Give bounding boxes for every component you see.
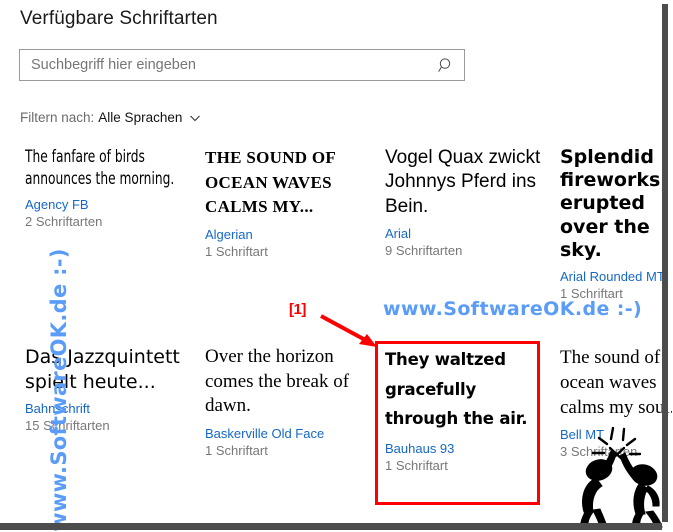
- annotation-number-tag: [1]: [289, 301, 306, 318]
- font-face-count: 2 Schriftarten: [25, 214, 103, 230]
- filter-value[interactable]: Alle Sprachen: [98, 110, 182, 125]
- search-box[interactable]: [19, 49, 465, 81]
- watermark-horizontal: www.SoftwareOK.de :-): [383, 298, 643, 320]
- vertical-scrollbar[interactable]: [662, 4, 668, 522]
- filter-label: Filtern nach:: [20, 110, 95, 125]
- font-sample: The fanfare of birds announces the morni…: [25, 147, 175, 190]
- font-sample: Splendid fireworks erupted over the sky.: [560, 146, 661, 261]
- font-sample: They waltzed gracefully through the air.: [385, 350, 528, 429]
- font-card-2[interactable]: Vogel Quax zwickt Johnnys Pferd ins Bein…: [385, 146, 565, 260]
- page-title: Verfügbare Schriftarten: [20, 8, 218, 29]
- horizontal-scrollbar[interactable]: [0, 523, 662, 530]
- font-card-0[interactable]: The fanfare of birds announces the morni…: [25, 146, 205, 231]
- font-family-link[interactable]: Baskerville Old Face: [205, 425, 385, 442]
- font-face-count: 9 Schriftarten: [385, 242, 463, 258]
- watermark-vertical: www.SoftwareOK.de :-): [47, 248, 71, 532]
- font-card-5[interactable]: Over the horizon comes the break of dawn…: [205, 345, 385, 460]
- stick-figures-icon: [566, 420, 670, 528]
- font-sample: The sound of ocean waves calms my...: [205, 148, 336, 217]
- chevron-down-icon[interactable]: [189, 112, 201, 124]
- font-face-count: 1 Schriftart: [385, 458, 448, 474]
- font-family-link[interactable]: Arial Rounded MT: [560, 268, 673, 285]
- font-sample: Over the horizon comes the break of dawn…: [205, 346, 350, 417]
- font-card-1[interactable]: The sound of ocean waves calms my... Alg…: [205, 146, 385, 261]
- font-family-link[interactable]: Arial: [385, 225, 565, 242]
- font-face-count: 1 Schriftart: [205, 443, 268, 459]
- font-family-link[interactable]: Agency FB: [25, 196, 205, 213]
- font-sample: The sound of ocean waves calms my soul.: [560, 347, 673, 419]
- font-card-6[interactable]: They waltzed gracefully through the air.…: [385, 345, 545, 475]
- font-family-link[interactable]: Algerian: [205, 226, 385, 243]
- filter-control[interactable]: Filtern nach: Alle Sprachen: [20, 110, 201, 125]
- font-card-3[interactable]: Splendid fireworks erupted over the sky.…: [560, 146, 673, 303]
- font-face-count: 1 Schriftart: [205, 243, 268, 259]
- search-input[interactable]: [31, 50, 431, 80]
- font-sample: Vogel Quax zwickt Johnnys Pferd ins Bein…: [385, 147, 541, 217]
- fonts-settings-page: Verfügbare Schriftarten Filtern nach: Al…: [0, 0, 673, 532]
- font-family-link[interactable]: Bauhaus 93: [385, 440, 545, 457]
- search-icon[interactable]: [438, 57, 455, 74]
